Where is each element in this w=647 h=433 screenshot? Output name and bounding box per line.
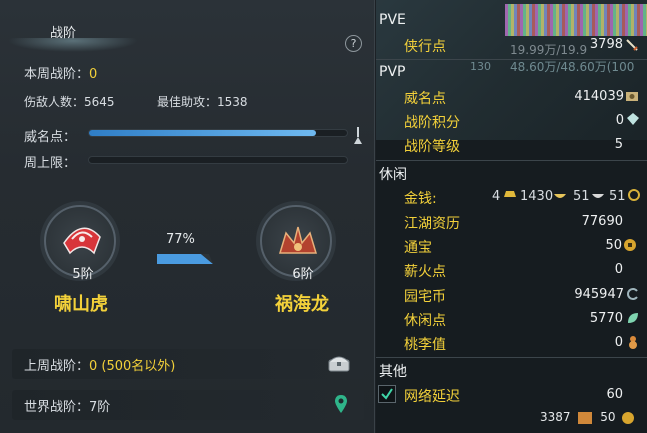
pvp-item-name: 威名点 [404, 91, 446, 107]
pvp-item-value: 0 [615, 113, 624, 128]
prestige-progress-bar [88, 129, 348, 137]
leaf-icon [628, 313, 638, 323]
pvp-item-value: 5 [614, 137, 623, 152]
weekly-rank-row: 本周战阶：0 [24, 63, 97, 82]
copper-coin-icon [628, 189, 640, 201]
money-other: 51 [609, 189, 626, 204]
crown-emblem-icon [278, 226, 318, 254]
leisure-item-value: 0 [614, 262, 623, 277]
bottom-value-2: 50 [600, 410, 616, 424]
weekly-rank-value: 0 [89, 67, 98, 82]
checkbox-icon [381, 388, 393, 400]
sword-icon [626, 39, 638, 51]
fan-emblem-icon [63, 227, 101, 255]
world-rank-label: 世界战阶： [24, 400, 90, 415]
last-week-rank-row: 上周战阶：0 (500名以外) [12, 349, 364, 379]
leisure-item-value: 50 [605, 238, 622, 253]
last-week-value: 0 (500名以外) [89, 359, 176, 374]
bottom-bar: 3387 50 [540, 410, 635, 424]
current-rank-name: 啸山虎 [54, 294, 108, 315]
pvp-item-value: 414039 [574, 89, 624, 104]
gourd-icon [629, 336, 637, 349]
panel-header: 战阶 ? [0, 12, 375, 52]
gem-icon [627, 113, 639, 125]
tongbao-icon [624, 239, 636, 251]
arrow-icon [157, 254, 213, 264]
tongbao-icon [622, 411, 635, 424]
tab-title[interactable]: 战阶 [50, 22, 76, 41]
gold-ingot-icon [504, 191, 516, 197]
bg-text-2: 48.60万/48.60万(100 [510, 60, 635, 74]
world-rank-value: 7阶 [89, 400, 111, 415]
latency-value: 60 [606, 387, 623, 402]
bottom-value-1: 3387 [540, 410, 571, 424]
weekly-rank-label: 本周战阶： [24, 67, 90, 82]
leisure-item-name: 薪火点 [404, 264, 446, 280]
pvp-item-name: 战阶等级 [404, 139, 460, 155]
marker-icon [354, 127, 362, 144]
divider [376, 59, 647, 60]
pvp-item-name: 战阶积分 [404, 115, 460, 131]
leisure-item-name: 园宅币 [404, 289, 446, 305]
best-assist-value: 1538 [217, 95, 248, 109]
weekly-cap-label: 周上限： [24, 156, 77, 171]
world-rank-row: 世界战阶：7阶 [12, 390, 364, 420]
best-assist-row: 最佳助攻：1538 [157, 93, 248, 110]
bg-text-3: 130 [470, 60, 491, 73]
current-tier-label: 5阶 [72, 267, 94, 282]
next-rank-name: 祸海龙 [275, 294, 329, 315]
rank-progress-percent: 77% [166, 232, 195, 247]
leisure-header: 休闲 [379, 167, 407, 183]
pve-item-name: 侠行点 [404, 39, 446, 55]
bg-text-1: 19.99万/19.9 [510, 43, 588, 57]
pve-header: PVE [379, 12, 406, 28]
prestige-label: 威名点： [24, 130, 77, 145]
kills-label: 伤敌人数： [24, 95, 85, 109]
last-week-label: 上周战阶： [24, 359, 90, 374]
money-copper: 51 [573, 189, 590, 204]
leisure-item-value: 77690 [581, 214, 623, 229]
question-icon[interactable]: ? [345, 35, 362, 52]
silver-ingot-icon [554, 194, 566, 198]
other-header: 其他 [379, 364, 407, 380]
money-silver: 1430 [520, 189, 554, 204]
best-assist-label: 最佳助攻： [157, 95, 218, 109]
pvp-header: PVP [379, 64, 406, 80]
prestige-progress-fill [89, 130, 317, 136]
world-rank: 世界战阶：7阶 [24, 396, 110, 415]
leisure-item-name: 桃李值 [404, 337, 446, 353]
leisure-item-value: 0 [614, 335, 623, 350]
last-week-rank: 上周战阶：0 (500名以外) [24, 355, 175, 374]
weekly-cap-progress-bar [88, 156, 348, 164]
coin-icon [626, 92, 638, 101]
background-stripe-decoration [505, 4, 647, 36]
leisure-item-value: 945947 [574, 287, 624, 302]
pve-item-value: 3798 [589, 37, 623, 52]
money-label: 金钱: [404, 191, 437, 207]
kills-value: 5645 [84, 95, 115, 109]
leisure-item-name: 通宝 [404, 240, 432, 256]
latency-label: 网络延迟 [404, 389, 460, 405]
scroll-icon [578, 411, 593, 424]
house-coin-icon [627, 288, 638, 300]
next-tier-label: 6阶 [292, 267, 314, 282]
latency-checkbox[interactable] [378, 385, 396, 403]
location-icon[interactable] [334, 394, 348, 414]
copper-icon [592, 194, 604, 198]
divider [376, 357, 647, 358]
leisure-item-value: 5770 [589, 311, 623, 326]
kills-row: 伤敌人数：5645 [24, 93, 115, 110]
chest-icon[interactable] [328, 354, 350, 372]
leisure-item-name: 休闲点 [404, 313, 446, 329]
leisure-item-name: 江湖资历 [404, 216, 460, 232]
divider [376, 160, 647, 161]
money-gold: 4 [492, 189, 501, 204]
war-rank-panel: 战阶 ? 本周战阶：0 伤敌人数：5645 最佳助攻：1538 威名点： 周上限… [0, 0, 375, 433]
